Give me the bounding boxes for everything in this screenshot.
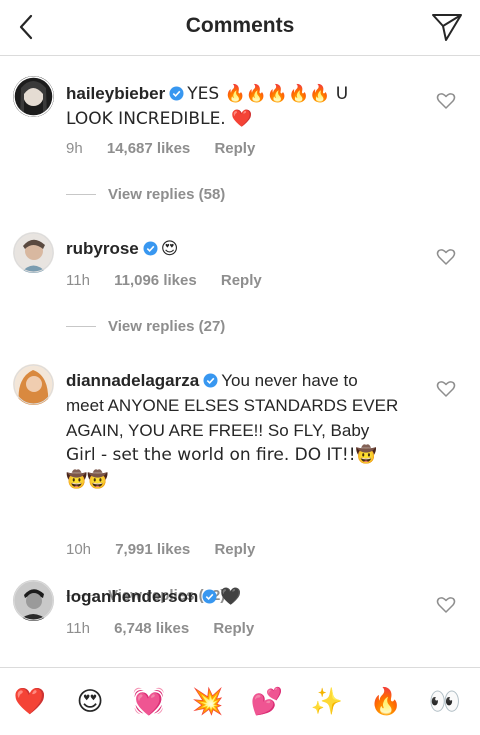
- comment-line: meet ANYONE ELSES STANDARDS EVER: [66, 396, 399, 415]
- emoji-button-fire[interactable]: 🔥: [369, 685, 403, 719]
- verified-badge-icon: [143, 241, 158, 256]
- reply-button[interactable]: Reply: [213, 620, 254, 637]
- avatar[interactable]: [13, 580, 54, 621]
- comment-text: diannadelagarza You never have to meet AN…: [66, 368, 436, 493]
- comment-line: Girl - set the world on fire. DO IT!!🤠: [66, 445, 377, 465]
- reply-button[interactable]: Reply: [221, 272, 262, 289]
- view-replies-label: View replies (27): [108, 318, 226, 335]
- comment-meta: 9h 14,687 likes Reply: [66, 140, 275, 157]
- comment-text: haileybieber YES 🔥🔥🔥🔥🔥 U LOOK INCREDIBLE.…: [66, 81, 420, 132]
- verified-badge-icon: [202, 589, 217, 604]
- username[interactable]: diannadelagarza: [66, 371, 199, 390]
- emoji-quick-bar: ❤️ 😍 💓 💥 💕 ✨ 🔥 👀: [0, 667, 480, 735]
- heart-icon[interactable]: [436, 595, 456, 615]
- emoji-button-heart-eyes[interactable]: 😍: [73, 685, 107, 719]
- comment-line: You never have to: [221, 371, 358, 390]
- likes-count[interactable]: 7,991 likes: [115, 541, 190, 558]
- verified-badge-icon: [203, 373, 218, 388]
- page-title: Comments: [185, 14, 295, 37]
- timestamp: 10h: [66, 541, 92, 558]
- username[interactable]: haileybieber: [66, 84, 165, 103]
- likes-count[interactable]: 11,096 likes: [114, 272, 197, 289]
- comment-text: rubyrose 😍: [66, 236, 420, 262]
- likes-count[interactable]: 6,748 likes: [114, 620, 189, 637]
- emoji-button-collision[interactable]: 💥: [191, 685, 225, 719]
- timestamp: 9h: [66, 140, 83, 157]
- paper-plane-icon: [432, 14, 462, 41]
- username[interactable]: loganhenderson: [66, 587, 198, 606]
- emoji-button-sparkles[interactable]: ✨: [310, 685, 344, 719]
- share-button[interactable]: [430, 10, 464, 44]
- comment-meta: 11h 6,748 likes Reply: [66, 620, 274, 637]
- comment-line: 😍: [160, 239, 179, 259]
- emoji-button-heart[interactable]: ❤️: [13, 685, 47, 719]
- comment-line: YES 🔥🔥🔥🔥🔥 U: [187, 84, 349, 104]
- reply-button[interactable]: Reply: [214, 541, 255, 558]
- username[interactable]: rubyrose: [66, 239, 139, 258]
- avatar[interactable]: [13, 76, 54, 117]
- view-replies-label: View replies (58): [108, 186, 226, 203]
- heart-icon[interactable]: [436, 379, 456, 399]
- comment-text: loganhenderson 🖤: [66, 584, 420, 610]
- header: Comments: [0, 0, 480, 56]
- comment-line: 🖤: [220, 587, 242, 607]
- comment-meta: 11h 11,096 likes Reply: [66, 272, 282, 289]
- heart-icon[interactable]: [436, 91, 456, 111]
- likes-count[interactable]: 14,687 likes: [107, 140, 190, 157]
- avatar[interactable]: [13, 364, 54, 405]
- reply-button[interactable]: Reply: [214, 140, 255, 157]
- avatar[interactable]: [13, 232, 54, 273]
- verified-badge-icon: [169, 86, 184, 101]
- comment-line: 🤠🤠: [66, 470, 109, 490]
- emoji-button-two-hearts[interactable]: 💕: [250, 685, 284, 719]
- comment-meta: 10h 7,991 likes Reply: [66, 541, 275, 558]
- view-replies-button[interactable]: View replies (58): [66, 186, 225, 203]
- divider: [66, 326, 96, 327]
- comment-line: AGAIN, YOU ARE FREE!! So FLY, Baby: [66, 421, 370, 440]
- timestamp: 11h: [66, 272, 90, 289]
- heart-icon[interactable]: [436, 247, 456, 267]
- emoji-button-beating-heart[interactable]: 💓: [132, 685, 166, 719]
- comments-list: haileybieber YES 🔥🔥🔥🔥🔥 U LOOK INCREDIBLE.…: [0, 56, 480, 666]
- divider: [66, 194, 96, 195]
- comment-line: LOOK INCREDIBLE. ❤️: [66, 109, 253, 129]
- view-replies-button[interactable]: View replies (27): [66, 318, 225, 335]
- timestamp: 11h: [66, 620, 90, 637]
- emoji-button-eyes[interactable]: 👀: [428, 685, 462, 719]
